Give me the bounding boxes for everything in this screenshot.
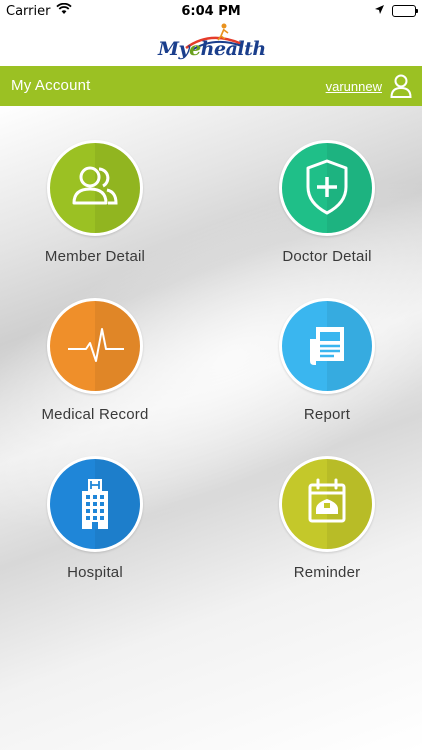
reminder-label: Reminder <box>293 564 361 581</box>
heartbeat-icon <box>68 328 124 362</box>
hospital-building-icon <box>82 479 108 529</box>
doctor-detail-label: Doctor Detail <box>282 248 372 265</box>
logo-area: Myehealth <box>0 22 422 66</box>
logo-health-text: health <box>200 38 267 60</box>
username-link[interactable]: varunnew <box>326 79 382 94</box>
logo-my-text: My <box>158 38 190 60</box>
battery-icon <box>392 5 418 17</box>
hospital-button[interactable]: Hospital <box>14 456 174 606</box>
users-icon <box>72 166 118 205</box>
shield-plus-icon <box>306 159 348 215</box>
main-menu: Member Detail Doctor Detail Medical Reco… <box>0 106 422 750</box>
page-title: My Account <box>11 77 91 94</box>
doctor-detail-button[interactable]: Doctor Detail <box>246 140 406 290</box>
medical-record-label: Medical Record <box>41 406 149 423</box>
member-detail-label: Member Detail <box>44 248 146 265</box>
hospital-label: Hospital <box>67 564 123 581</box>
newspaper-icon <box>310 327 344 365</box>
myehealth-logo: Myehealth <box>158 22 268 66</box>
report-circle <box>279 298 375 394</box>
reminder-button[interactable]: Reminder <box>246 456 406 606</box>
medical-record-button[interactable]: Medical Record <box>14 298 174 448</box>
doctor-detail-circle <box>279 140 375 236</box>
report-label: Report <box>303 406 351 423</box>
header-bar: My Account varunnew <box>0 66 422 106</box>
location-arrow-icon <box>374 4 385 19</box>
reminder-circle <box>279 456 375 552</box>
status-bar: Carrier 6:04 PM <box>0 0 422 22</box>
member-detail-button[interactable]: Member Detail <box>14 140 174 290</box>
calendar-icon <box>308 478 346 523</box>
medical-record-circle <box>47 298 143 394</box>
report-button[interactable]: Report <box>246 298 406 448</box>
hospital-circle <box>47 456 143 552</box>
member-detail-circle <box>47 140 143 236</box>
logo-e-text: e <box>189 38 201 60</box>
clock: 6:04 PM <box>181 4 241 19</box>
user-profile-icon[interactable] <box>390 74 412 98</box>
